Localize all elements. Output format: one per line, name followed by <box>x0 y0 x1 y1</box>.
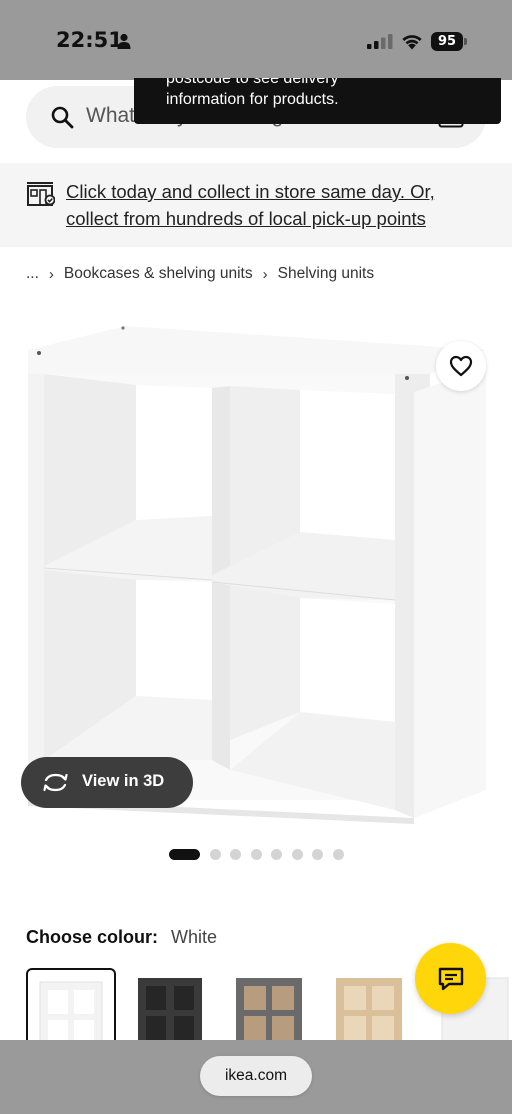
chat-button[interactable] <box>415 943 486 1014</box>
view-in-3d-button[interactable]: View in 3D <box>21 757 193 808</box>
heart-icon <box>449 355 473 377</box>
rotate-3d-icon <box>43 773 68 792</box>
battery-level: 95 <box>431 32 463 51</box>
colour-swatch-dark-grey[interactable] <box>230 968 320 1048</box>
colour-label: Choose colour: <box>26 927 159 947</box>
view-in-3d-label: View in 3D <box>82 772 165 790</box>
image-carousel-dots <box>169 848 353 860</box>
colour-swatch-oak-effect[interactable] <box>328 968 418 1048</box>
search-icon[interactable] <box>50 105 74 129</box>
person-icon <box>117 33 131 49</box>
status-bar: 22:51 95 <box>0 0 512 80</box>
browser-bottom-bar: ikea.com <box>0 1040 512 1114</box>
chat-icon <box>438 967 463 990</box>
colour-value: White <box>171 927 218 947</box>
chevron-right-icon: › <box>262 265 268 283</box>
signal-icon <box>367 34 393 49</box>
carousel-dot[interactable] <box>169 848 200 860</box>
status-time: 22:51 <box>56 28 123 52</box>
carousel-dot[interactable] <box>250 848 262 860</box>
delivery-tooltip: postcode to see delivery information for… <box>134 78 501 124</box>
tooltip-line-1: postcode to see delivery <box>166 78 339 87</box>
collect-banner: Click today and collect in store same da… <box>0 163 512 247</box>
carousel-dot[interactable] <box>271 848 282 860</box>
carousel-dot[interactable] <box>312 848 323 860</box>
battery-icon: 95 <box>431 32 467 51</box>
tooltip-line-2: information for products. <box>166 91 339 108</box>
carousel-dot[interactable] <box>230 848 241 860</box>
breadcrumb-shelving-units[interactable]: Shelving units <box>278 265 375 283</box>
breadcrumb: ... › Bookcases & shelving units › Shelv… <box>26 263 374 285</box>
carousel-dot[interactable] <box>291 848 303 860</box>
carousel-dot[interactable] <box>332 848 344 860</box>
product-image[interactable] <box>0 305 512 825</box>
colour-swatch-white[interactable] <box>26 968 116 1049</box>
breadcrumb-bookcases[interactable]: Bookcases & shelving units <box>64 265 253 283</box>
colour-swatch-black-brown[interactable] <box>130 968 220 1048</box>
colour-selector-heading: Choose colour: White <box>26 927 217 948</box>
wifi-icon <box>402 35 422 50</box>
store-icon <box>27 182 55 206</box>
breadcrumb-ellipsis[interactable]: ... <box>26 265 39 283</box>
carousel-dot[interactable] <box>209 848 221 860</box>
favourite-button[interactable] <box>436 341 486 391</box>
chevron-right-icon: › <box>48 265 54 283</box>
url-bar[interactable]: ikea.com <box>200 1056 312 1096</box>
collect-banner-link[interactable]: Click today and collect in store same da… <box>66 178 486 232</box>
